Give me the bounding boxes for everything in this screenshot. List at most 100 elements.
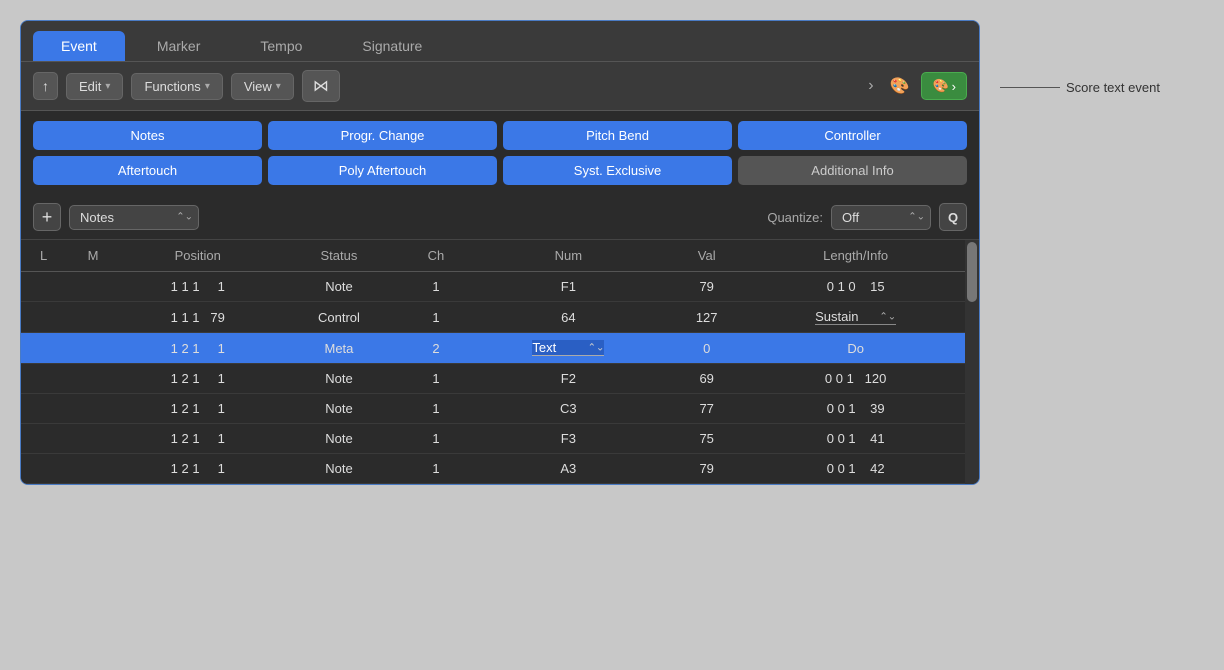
table-row[interactable]: 1 1 1 79 Control 1 64 127 Sustain Expres… (21, 302, 965, 333)
length-val: 0 0 1 120 (746, 364, 965, 394)
position-val: 1 1 1 79 (120, 302, 276, 333)
status-val: Note (276, 454, 403, 484)
sustain-wrapper: Sustain Expression Modulation (815, 309, 896, 325)
quantize-select[interactable]: Off 1/4 1/8 1/16 (831, 205, 931, 230)
quantize-label: Quantize: (767, 210, 823, 225)
tab-signature[interactable]: Signature (334, 31, 450, 61)
snap-icon: ⋈ (313, 78, 329, 95)
event-rows: 1 1 1 1 Note 1 F1 79 0 1 0 15 1 1 (21, 272, 965, 484)
annotation-text: Score text event (1066, 80, 1160, 95)
view-label: View (244, 79, 272, 94)
q-button[interactable]: Q (939, 203, 967, 231)
length-val: 0 0 1 42 (746, 454, 965, 484)
table-row[interactable]: 1 2 1 1 Note 1 A3 79 0 0 1 42 (21, 454, 965, 484)
edit-arrow: ▾ (105, 81, 110, 92)
col-l: L (21, 240, 66, 272)
val-val: 77 (667, 394, 746, 424)
col-l-val (21, 454, 66, 484)
status-val: Control (276, 302, 403, 333)
filter-pitch-bend[interactable]: Pitch Bend (503, 121, 732, 150)
back-button[interactable]: ↑ (33, 72, 58, 100)
status-val: Note (276, 424, 403, 454)
col-m-val (66, 364, 120, 394)
ch-val: 2 (402, 333, 469, 364)
col-m-val (66, 272, 120, 302)
text-select-wrapper: Text Lyric Copyright (532, 340, 604, 356)
notes-type-select[interactable]: Notes All (69, 205, 199, 230)
col-status: Status (276, 240, 403, 272)
col-l-val (21, 394, 66, 424)
event-list-panel: Event Marker Tempo Signature ↑ Edit ▾ Fu… (20, 20, 980, 485)
palette-icon-button[interactable]: 🎨 (886, 72, 914, 100)
table-row[interactable]: 1 2 1 1 Note 1 F3 75 0 0 1 41 (21, 424, 965, 454)
functions-label: Functions (144, 79, 200, 94)
col-m-val (66, 454, 120, 484)
edit-button[interactable]: Edit ▾ (66, 73, 123, 100)
col-l-val (21, 333, 66, 364)
sustain-select[interactable]: Sustain Expression Modulation (815, 309, 896, 325)
filter-progr-change[interactable]: Progr. Change (268, 121, 497, 150)
col-val: Val (667, 240, 746, 272)
val-val: 0 (667, 333, 746, 364)
tab-event[interactable]: Event (33, 31, 125, 61)
col-length-info: Length/Info (746, 240, 965, 272)
num-val: F2 (470, 364, 667, 394)
main-container: Event Marker Tempo Signature ↑ Edit ▾ Fu… (20, 20, 1160, 485)
length-val: 0 1 0 15 (746, 272, 965, 302)
status-val: Note (276, 394, 403, 424)
table-row[interactable]: 1 2 1 1 Note 1 C3 77 0 0 1 39 (21, 394, 965, 424)
length-val: Do (746, 333, 965, 364)
tab-bar: Event Marker Tempo Signature (21, 21, 979, 62)
annotation-line (1000, 87, 1060, 88)
filter-aftertouch[interactable]: Aftertouch (33, 156, 262, 185)
annotation: Score text event (1000, 80, 1160, 95)
num-val: F3 (470, 424, 667, 454)
table-row[interactable]: 1 1 1 1 Note 1 F1 79 0 1 0 15 (21, 272, 965, 302)
arrow-icon-button[interactable]: › (864, 73, 877, 99)
snap-button[interactable]: ⋈ (302, 70, 340, 102)
green-arrow: › (952, 79, 956, 94)
toolbar: ↑ Edit ▾ Functions ▾ View ▾ ⋈ › 🎨 🎨 › (21, 62, 979, 111)
col-l-val (21, 302, 66, 333)
col-m-val (66, 394, 120, 424)
filter-poly-aftertouch[interactable]: Poly Aftertouch (268, 156, 497, 185)
length-val: 0 0 1 41 (746, 424, 965, 454)
val-val: 79 (667, 272, 746, 302)
filter-notes[interactable]: Notes (33, 121, 262, 150)
notes-type-wrapper: Notes All (69, 205, 199, 230)
functions-button[interactable]: Functions ▾ (131, 73, 222, 100)
green-palette-button[interactable]: 🎨 › (921, 72, 967, 100)
ch-val: 1 (402, 424, 469, 454)
col-l-val (21, 364, 66, 394)
position-val: 1 2 1 1 (120, 424, 276, 454)
col-m: M (66, 240, 120, 272)
filter-syst-exclusive[interactable]: Syst. Exclusive (503, 156, 732, 185)
col-l-val (21, 424, 66, 454)
num-val: Text Lyric Copyright (470, 333, 667, 364)
num-val: F1 (470, 272, 667, 302)
filter-controller[interactable]: Controller (738, 121, 967, 150)
filter-additional-info[interactable]: Additional Info (738, 156, 967, 185)
position-val: 1 1 1 1 (120, 272, 276, 302)
status-val: Note (276, 272, 403, 302)
num-val: A3 (470, 454, 667, 484)
add-event-button[interactable]: + (33, 203, 61, 231)
table-row[interactable]: 1 2 1 1 Note 1 F2 69 0 0 1 120 (21, 364, 965, 394)
table-header: L M Position Status Ch Num Val Length/In… (21, 240, 965, 272)
ch-val: 1 (402, 364, 469, 394)
col-position: Position (120, 240, 276, 272)
tab-marker[interactable]: Marker (129, 31, 229, 61)
table-scroll: L M Position Status Ch Num Val Length/In… (21, 240, 965, 484)
num-val: 64 (470, 302, 667, 333)
col-m-val (66, 333, 120, 364)
position-val: 1 2 1 1 (120, 333, 276, 364)
scrollbar[interactable] (965, 240, 979, 484)
edit-label: Edit (79, 79, 101, 94)
scroll-thumb[interactable] (967, 242, 977, 302)
view-button[interactable]: View ▾ (231, 73, 294, 100)
col-num: Num (470, 240, 667, 272)
table-row-selected[interactable]: 1 2 1 1 Meta 2 Text Lyric Copyright (21, 333, 965, 364)
status-val: Note (276, 364, 403, 394)
text-type-select[interactable]: Text Lyric Copyright (532, 340, 604, 356)
tab-tempo[interactable]: Tempo (232, 31, 330, 61)
